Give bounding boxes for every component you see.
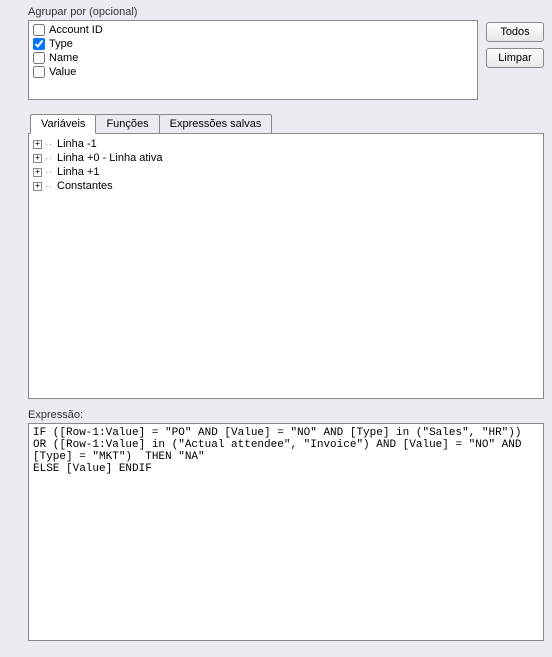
expression-input[interactable] xyxy=(28,423,544,641)
tree-item-label: Linha -1 xyxy=(57,138,97,150)
clear-button[interactable]: Limpar xyxy=(486,48,544,68)
tab-functions[interactable]: Funções xyxy=(95,114,159,133)
groupby-side-buttons: Todos Limpar xyxy=(486,20,544,68)
groupby-row: Account ID Type Name Value Todos Limpar xyxy=(28,20,544,100)
groupby-item-label: Account ID xyxy=(49,24,103,36)
groupby-item-label: Name xyxy=(49,52,78,64)
checkbox-type[interactable] xyxy=(33,38,45,50)
tree-connector: ·· xyxy=(45,139,53,149)
groupby-item-label: Value xyxy=(49,66,76,78)
tabs-section: Variáveis Funções Expressões salvas + ··… xyxy=(0,110,552,403)
tree-connector: ·· xyxy=(45,181,53,191)
tab-saved-expressions[interactable]: Expressões salvas xyxy=(159,114,273,133)
list-item[interactable]: Name xyxy=(33,51,473,65)
tree-item[interactable]: + ·· Linha -1 xyxy=(33,137,539,151)
checkbox-name[interactable] xyxy=(33,52,45,64)
list-item[interactable]: Account ID xyxy=(33,23,473,37)
tree-item[interactable]: + ·· Constantes xyxy=(33,179,539,193)
tab-panel-variables: + ·· Linha -1 + ·· Linha +0 - Linha ativ… xyxy=(28,133,544,399)
select-all-button[interactable]: Todos xyxy=(486,22,544,42)
tree-item[interactable]: + ·· Linha +0 - Linha ativa xyxy=(33,151,539,165)
tree-item-label: Constantes xyxy=(57,180,113,192)
list-item[interactable]: Value xyxy=(33,65,473,79)
expression-section: Expressão: xyxy=(0,403,552,650)
tab-strip: Variáveis Funções Expressões salvas xyxy=(28,114,544,133)
groupby-item-label: Type xyxy=(49,38,73,50)
groupby-section: Agrupar por (opcional) Account ID Type N… xyxy=(0,0,552,110)
expand-icon[interactable]: + xyxy=(33,168,42,177)
expand-icon[interactable]: + xyxy=(33,182,42,191)
tree-item-label: Linha +1 xyxy=(57,166,100,178)
tree-item[interactable]: + ·· Linha +1 xyxy=(33,165,539,179)
groupby-label: Agrupar por (opcional) xyxy=(28,6,544,18)
main-panel: Agrupar por (opcional) Account ID Type N… xyxy=(0,0,552,650)
tree-connector: ·· xyxy=(45,153,53,163)
checkbox-value[interactable] xyxy=(33,66,45,78)
expand-icon[interactable]: + xyxy=(33,140,42,149)
tab-variables[interactable]: Variáveis xyxy=(30,114,96,134)
tree-connector: ·· xyxy=(45,167,53,177)
checkbox-account-id[interactable] xyxy=(33,24,45,36)
expression-label: Expressão: xyxy=(28,409,544,421)
tree-item-label: Linha +0 - Linha ativa xyxy=(57,152,163,164)
expand-icon[interactable]: + xyxy=(33,154,42,163)
list-item[interactable]: Type xyxy=(33,37,473,51)
groupby-listbox[interactable]: Account ID Type Name Value xyxy=(28,20,478,100)
